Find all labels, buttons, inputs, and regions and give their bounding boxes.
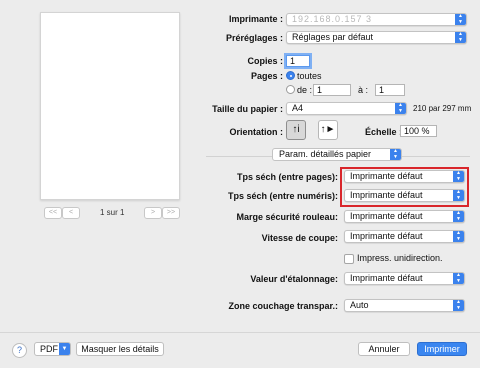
cut-speed-label: Vitesse de coupe:	[261, 233, 338, 243]
copies-label: Copies :	[247, 56, 283, 66]
chevron-up-down-icon: ▲ ▼	[390, 148, 401, 160]
pdf-label: PDF	[40, 344, 58, 354]
hide-details-button[interactable]: Masquer les détails	[76, 342, 164, 356]
chevron-up-down-icon: ▲ ▼	[453, 170, 464, 182]
scale-field[interactable]: 100 %	[400, 125, 437, 137]
chevron-up-down-icon: ▲ ▼	[453, 299, 464, 311]
drying-scans-label: Tps séch (entre numéris):	[227, 191, 338, 201]
help-button[interactable]: ?	[12, 343, 27, 358]
paper-dimensions: 210 par 297 mm	[413, 104, 472, 113]
first-page-button[interactable]: <<	[44, 207, 62, 219]
printer-label: Imprimante :	[228, 14, 283, 24]
prev-page-button[interactable]: <	[62, 207, 80, 219]
chevron-down-icon: ▼	[59, 343, 70, 355]
drying-scans-value: Imprimante défaut	[350, 190, 423, 200]
calibration-value: Imprimante défaut	[350, 273, 423, 283]
coating-zone-label: Zone couchage transpar.:	[228, 301, 338, 311]
printer-value: 192.168.0.157 3	[292, 14, 373, 24]
pages-all-radio[interactable]	[286, 71, 295, 80]
last-page-button[interactable]: >>	[162, 207, 180, 219]
chevron-up-down-icon: ▲ ▼	[453, 189, 464, 201]
portrait-orientation-button[interactable]: ↑i	[286, 120, 306, 140]
pages-range-radio[interactable]	[286, 85, 295, 94]
drying-pages-select[interactable]: Imprimante défaut ▲ ▼	[344, 170, 465, 183]
cut-speed-value: Imprimante défaut	[350, 231, 423, 241]
chevron-up-down-icon: ▲ ▼	[455, 31, 466, 43]
drying-pages-value: Imprimante défaut	[350, 171, 423, 181]
section-select[interactable]: Param. détaillés papier ▲ ▼	[272, 148, 402, 161]
roll-margin-select[interactable]: Imprimante défaut ▲ ▼	[344, 210, 465, 223]
drying-pages-label: Tps séch (entre pages):	[236, 172, 338, 182]
page-indicator: 1 sur 1	[100, 208, 125, 217]
presets-value: Réglages par défaut	[292, 32, 374, 42]
printer-select[interactable]: 192.168.0.157 3 ▲ ▼	[286, 13, 467, 26]
paper-size-value: A4	[292, 103, 304, 113]
cut-speed-select[interactable]: Imprimante défaut ▲ ▼	[344, 230, 465, 243]
presets-label: Préréglages :	[225, 33, 283, 43]
pages-label: Pages :	[250, 71, 283, 81]
coating-zone-select[interactable]: Auto ▲ ▼	[344, 299, 465, 312]
presets-select[interactable]: Réglages par défaut ▲ ▼	[286, 31, 467, 44]
unidirectional-checkbox[interactable]	[344, 254, 354, 264]
footer-divider	[0, 332, 480, 333]
paper-size-label: Taille du papier :	[212, 104, 283, 114]
chevron-up-down-icon: ▲ ▼	[455, 13, 466, 25]
print-button[interactable]: Imprimer	[417, 342, 467, 356]
preview-pager: << < 1 sur 1 > >>	[44, 207, 180, 219]
scale-label: Échelle :	[365, 127, 403, 137]
pages-all-label: toutes	[297, 71, 322, 81]
section-value: Param. détaillés papier	[279, 149, 372, 159]
calibration-label: Valeur d'étalonnage:	[250, 274, 338, 284]
chevron-up-down-icon: ▲ ▼	[453, 210, 464, 222]
coating-zone-value: Auto	[350, 300, 369, 310]
paper-size-select[interactable]: A4 ▲ ▼	[286, 102, 407, 115]
orientation-label: Orientation :	[229, 127, 284, 137]
calibration-select[interactable]: Imprimante défaut ▲ ▼	[344, 272, 465, 285]
copies-field[interactable]: 1	[286, 55, 310, 67]
landscape-orientation-button[interactable]: ↑►	[318, 120, 338, 140]
chevron-up-down-icon: ▲ ▼	[395, 102, 406, 114]
drying-scans-select[interactable]: Imprimante défaut ▲ ▼	[344, 189, 465, 202]
next-page-button[interactable]: >	[144, 207, 162, 219]
print-preview	[40, 12, 180, 200]
roll-margin-label: Marge sécurité rouleau:	[236, 212, 338, 222]
pages-from-label: de :	[297, 85, 313, 95]
unidirectional-label: Impress. unidirection.	[357, 253, 443, 263]
cancel-button[interactable]: Annuler	[358, 342, 410, 356]
pages-to-field[interactable]: 1	[375, 84, 405, 96]
pdf-menu-button[interactable]: PDF ▼	[34, 342, 71, 356]
roll-margin-value: Imprimante défaut	[350, 211, 423, 221]
chevron-up-down-icon: ▲ ▼	[453, 230, 464, 242]
pages-from-field[interactable]: 1	[313, 84, 351, 96]
chevron-up-down-icon: ▲ ▼	[453, 272, 464, 284]
pages-to-label: à :	[358, 85, 369, 95]
